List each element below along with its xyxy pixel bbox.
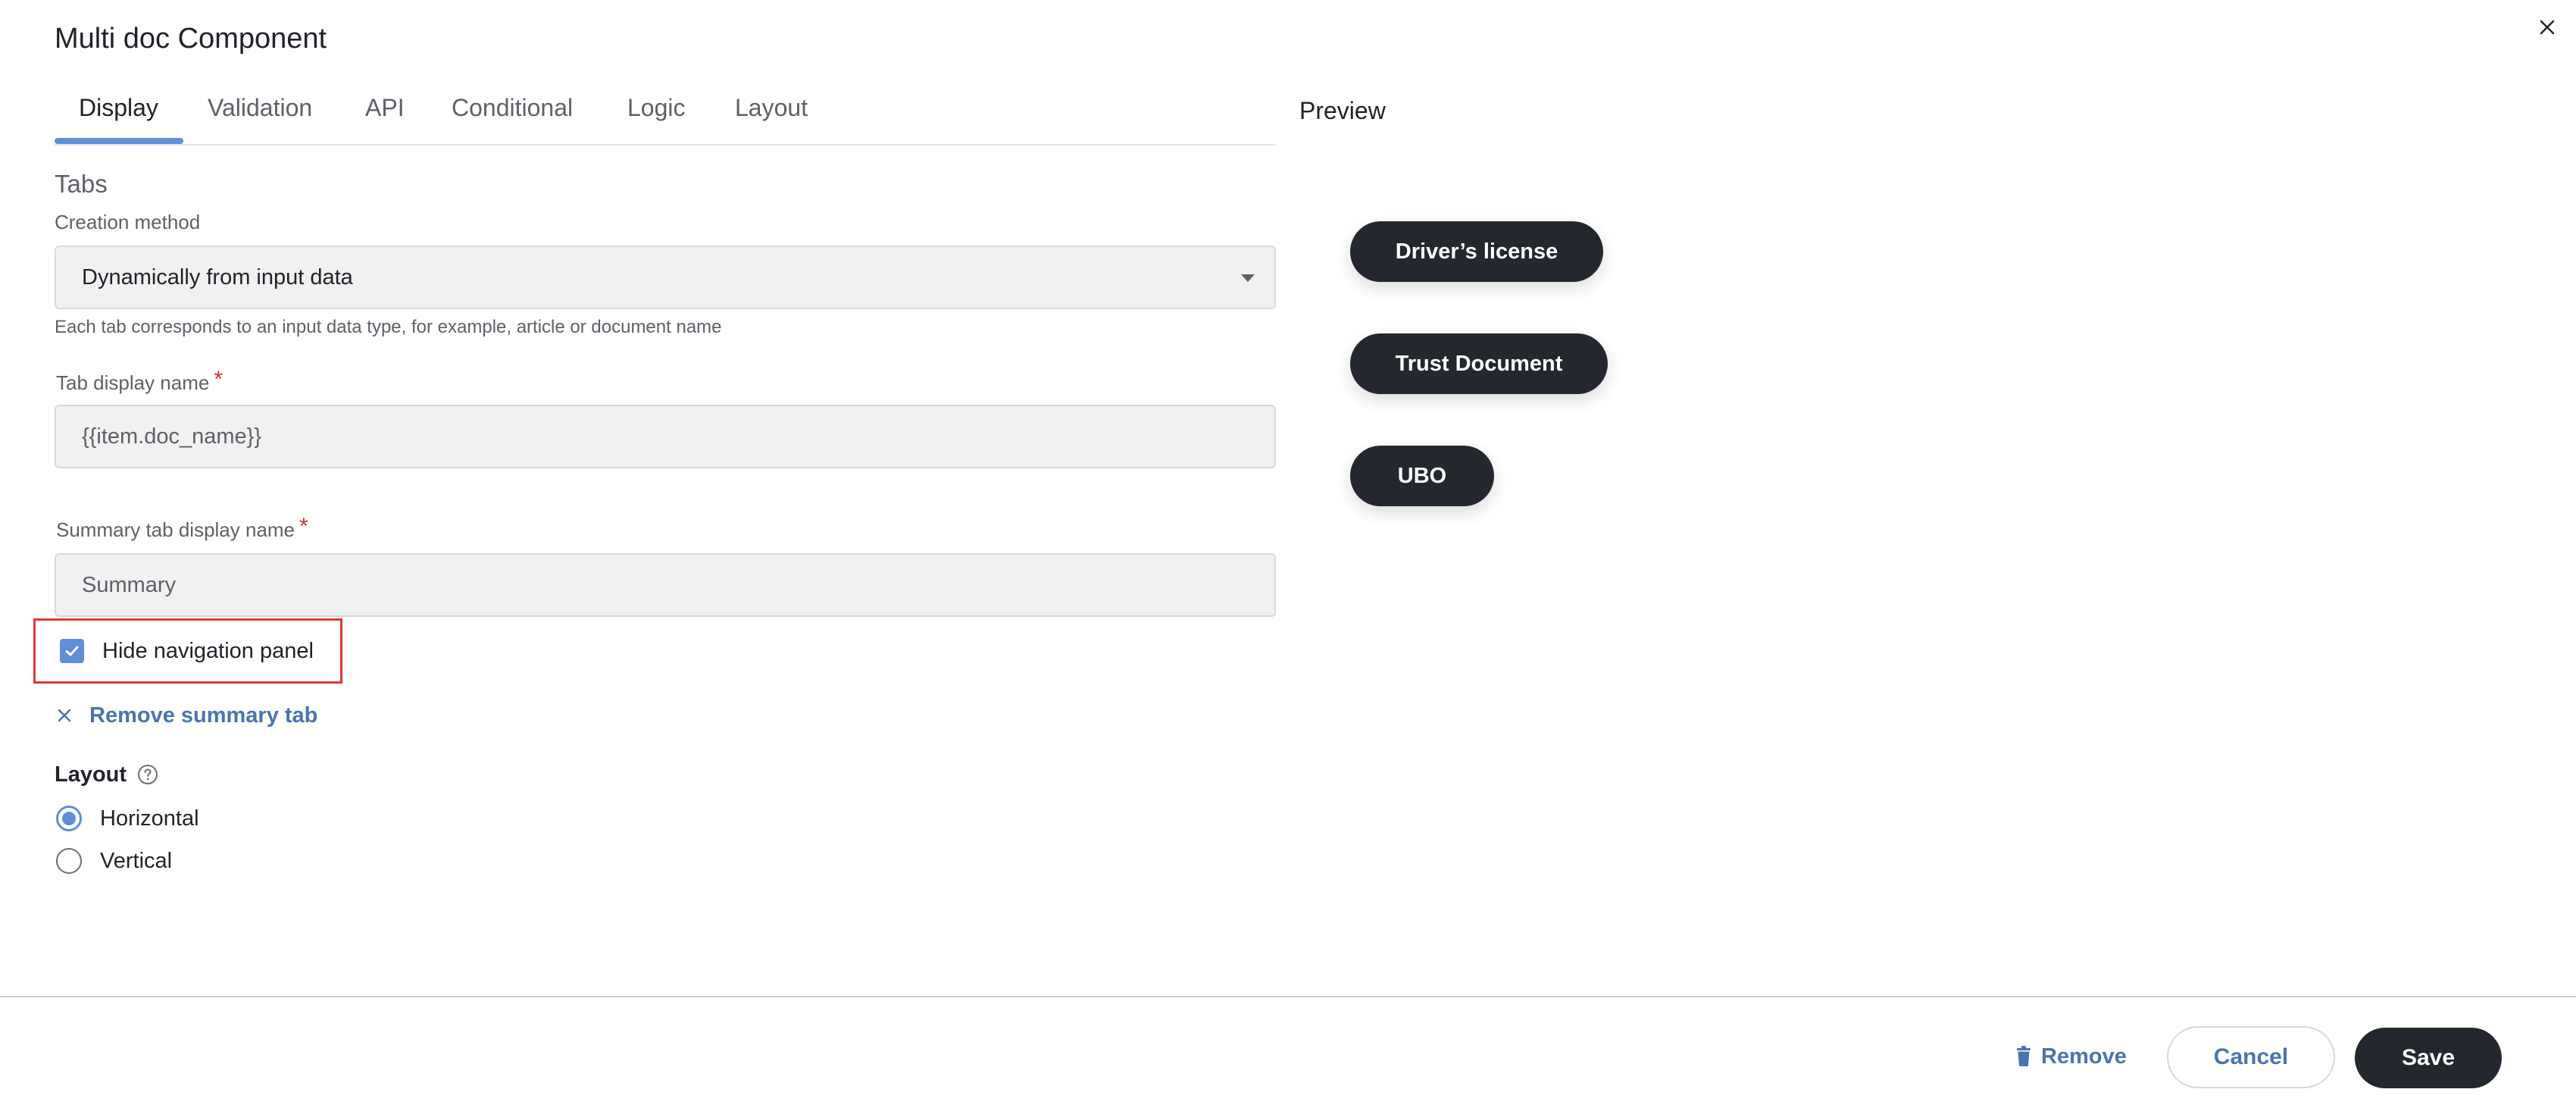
hide-navigation-panel-checkbox[interactable] xyxy=(60,639,84,663)
active-tab-indicator xyxy=(55,138,183,144)
tab-display-name-label: Tab display name * xyxy=(56,367,224,394)
summary-tab-display-name-value: Summary xyxy=(82,572,177,597)
tab-layout[interactable]: Layout xyxy=(735,94,808,144)
dialog-title: Multi doc Component xyxy=(55,23,327,55)
trash-icon xyxy=(2017,1046,2030,1066)
required-mark: * xyxy=(299,514,308,539)
creation-method-select[interactable]: Dynamically from input data xyxy=(55,246,1276,309)
layout-option-vertical[interactable]: Vertical xyxy=(56,846,172,876)
remove-summary-tab-label: Remove summary tab xyxy=(89,703,318,728)
tab-display-name-value: {{item.doc_name}} xyxy=(82,424,262,449)
preview-tab-pill[interactable]: UBO xyxy=(1350,446,1494,506)
required-mark: * xyxy=(214,367,224,392)
creation-method-hint: Each tab corresponds to an input data ty… xyxy=(55,317,722,337)
tab-validation[interactable]: Validation xyxy=(208,94,312,144)
cancel-button[interactable]: Cancel xyxy=(2167,1026,2335,1088)
caret-down-icon xyxy=(1241,274,1255,282)
horizontal-label: Horizontal xyxy=(100,806,199,831)
layout-option-horizontal[interactable]: Horizontal xyxy=(56,803,199,834)
section-heading: Tabs xyxy=(55,170,108,198)
remove-button[interactable]: Remove xyxy=(2015,1038,2127,1075)
tab-conditional[interactable]: Conditional xyxy=(452,94,573,144)
close-icon[interactable] xyxy=(2534,14,2561,41)
multi-doc-component-dialog: Multi doc Component Display Validation A… xyxy=(0,0,2576,1108)
creation-method-label: Creation method xyxy=(55,211,201,233)
vertical-radio[interactable] xyxy=(56,848,82,874)
vertical-label: Vertical xyxy=(100,848,173,873)
tab-logic[interactable]: Logic xyxy=(627,94,686,144)
remove-label: Remove xyxy=(2041,1044,2127,1069)
tab-display[interactable]: Display xyxy=(79,94,158,144)
preview-tab-pill[interactable]: Trust Document xyxy=(1350,333,1608,394)
summary-tab-display-name-label: Summary tab display name * xyxy=(56,514,308,541)
checkmark-icon xyxy=(65,646,79,656)
layout-heading: Layout xyxy=(55,759,158,790)
layout-label: Layout xyxy=(55,762,127,787)
creation-method-value: Dynamically from input data xyxy=(82,264,353,290)
hide-navigation-panel-row[interactable]: Hide navigation panel xyxy=(33,618,342,684)
preview-tab-pill[interactable]: Driver’s license xyxy=(1350,221,1603,282)
save-button[interactable]: Save xyxy=(2355,1028,2502,1088)
tab-display-name-input[interactable]: {{item.doc_name}} xyxy=(55,405,1276,468)
remove-summary-tab-link[interactable]: Remove summary tab xyxy=(56,700,317,731)
help-icon[interactable] xyxy=(137,764,158,785)
horizontal-radio[interactable] xyxy=(56,806,82,831)
footer-divider xyxy=(0,996,2576,997)
summary-tab-display-name-input[interactable]: Summary xyxy=(55,553,1276,617)
tab-bar: Display Validation API Conditional Logic… xyxy=(55,76,1276,146)
close-icon xyxy=(58,709,71,722)
hide-navigation-panel-label: Hide navigation panel xyxy=(102,638,314,663)
preview-title: Preview xyxy=(1299,97,1386,124)
tab-api[interactable]: API xyxy=(365,94,405,144)
